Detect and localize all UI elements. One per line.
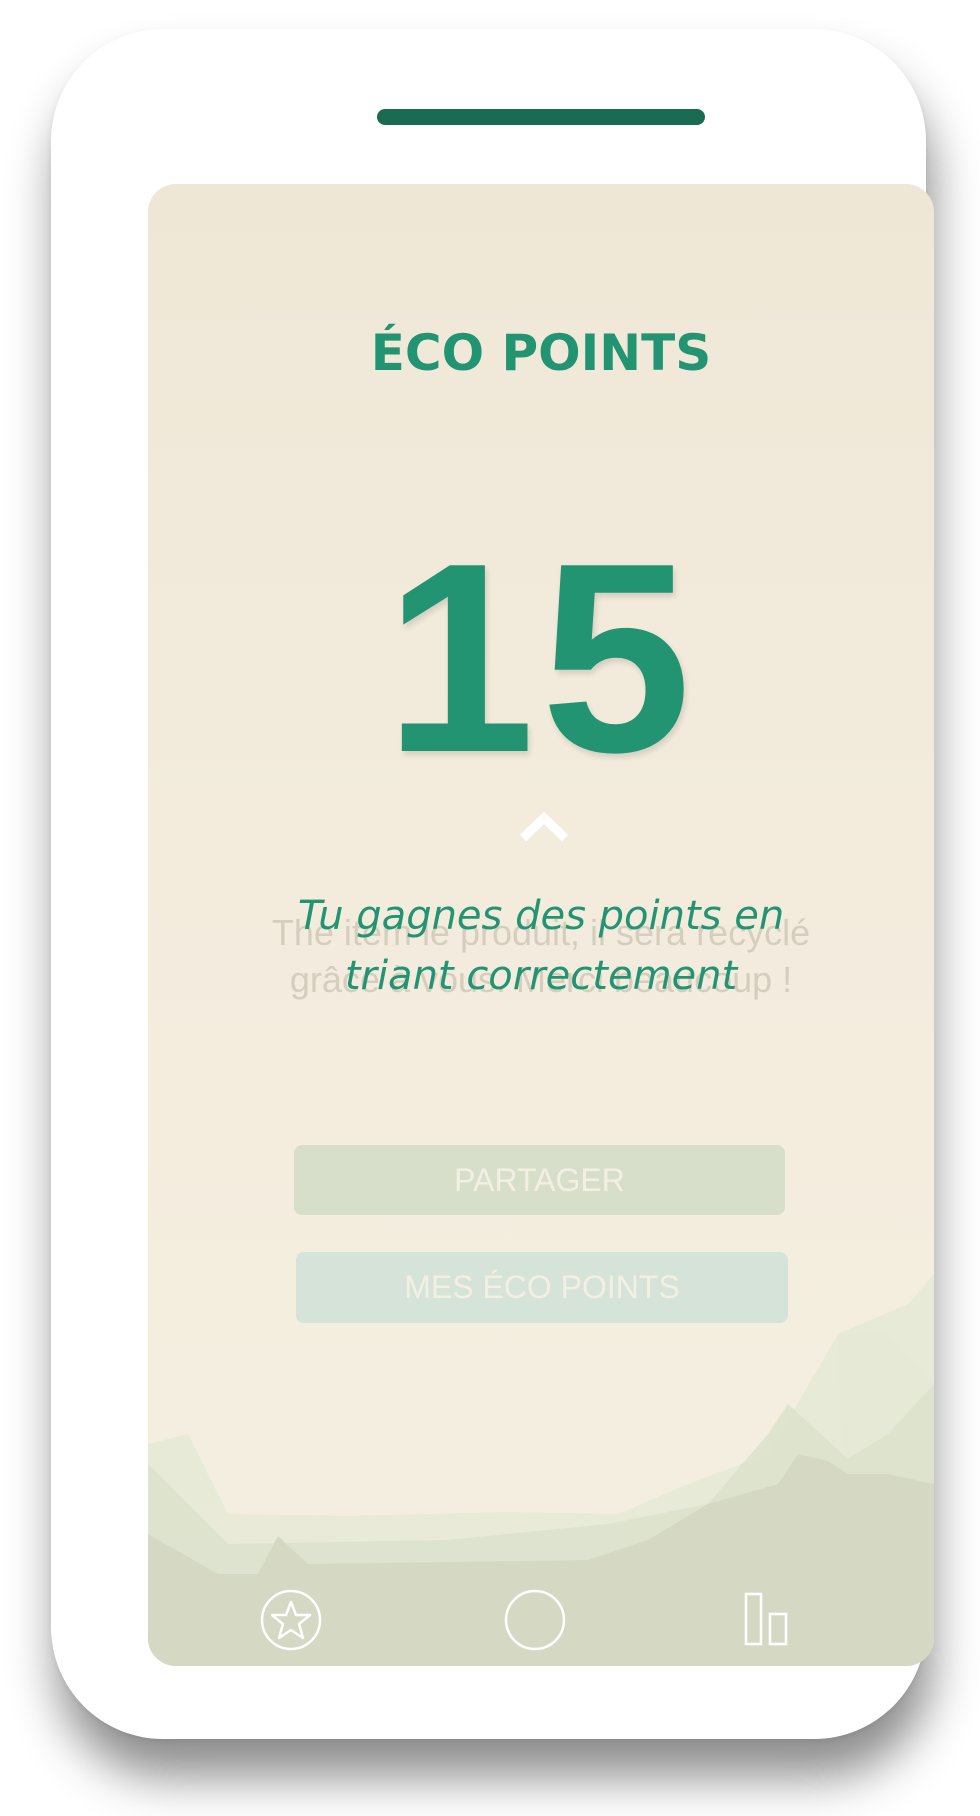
- chevron-up-icon[interactable]: [519, 804, 569, 844]
- circle-icon[interactable]: [504, 1589, 566, 1651]
- points-counter: 15: [384, 508, 698, 809]
- bar-chart-icon[interactable]: [744, 1592, 790, 1646]
- share-button[interactable]: PARTAGER: [294, 1145, 785, 1215]
- phone-frame: ÉCO POINTS 15 The item le produit, il se…: [51, 29, 934, 1739]
- page-title: ÉCO POINTS: [370, 324, 712, 382]
- app-screen: ÉCO POINTS 15 The item le produit, il se…: [148, 184, 934, 1666]
- star-icon[interactable]: [260, 1589, 322, 1651]
- phone-speaker: [377, 109, 705, 125]
- my-eco-points-button[interactable]: MES ÉCO POINTS: [296, 1252, 788, 1323]
- points-tagline: Tu gagnes des points en triant correctem…: [297, 893, 785, 999]
